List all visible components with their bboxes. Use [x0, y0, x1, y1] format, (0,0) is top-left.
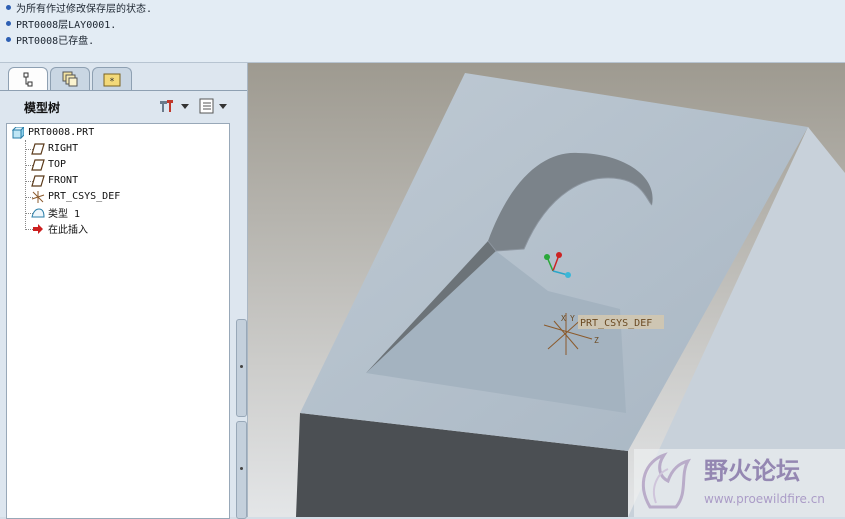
- datum-plane-icon: [31, 158, 45, 172]
- model-tree: PRT0008.PRT RIGHT TOP FRONT PRT_CSYS_DEF: [6, 123, 230, 519]
- csys-axis-label: Y: [570, 314, 575, 323]
- surface-icon: [31, 206, 45, 220]
- bullet-icon: [6, 20, 11, 26]
- grip-dot: [240, 365, 243, 368]
- model-view: X Y Z PRT_CSYS_DEF 野火论坛 www.proewildfire…: [248, 63, 845, 517]
- part-icon: [11, 126, 25, 140]
- grip-dot: [240, 467, 243, 470]
- tab-favorites[interactable]: *: [92, 67, 132, 90]
- tree-item-label: RIGHT: [48, 143, 79, 154]
- datum-plane-icon: [31, 174, 45, 188]
- navigator-panel: * 模型树 PRT0008.PRT RIGHT TOP FRONT PRT_CS…: [0, 63, 248, 519]
- show-options-button[interactable]: [198, 97, 227, 115]
- collapse-handle[interactable]: [236, 319, 247, 417]
- message-text: PRT0008层LAY0001.: [16, 19, 117, 31]
- layers-icon: [62, 71, 78, 87]
- tree-item-label: FRONT: [48, 175, 79, 186]
- tab-model-tree[interactable]: [8, 67, 48, 91]
- tree-item-part[interactable]: PRT0008.PRT: [11, 125, 94, 140]
- tools-icon: [160, 100, 173, 112]
- panel-title: 模型树: [24, 101, 61, 115]
- settings-tools-button[interactable]: [158, 97, 189, 115]
- panel-header: 模型树: [0, 91, 246, 121]
- watermark-title: 野火论坛: [704, 457, 800, 485]
- watermark: 野火论坛 www.proewildfire.cn: [634, 449, 845, 517]
- watermark-url: www.proewildfire.cn: [704, 492, 825, 506]
- tree-item-label: 在此插入: [48, 225, 88, 236]
- tree-item-label: PRT0008.PRT: [28, 127, 95, 138]
- message-line: PRT0008层LAY0001.: [6, 16, 117, 31]
- message-text: PRT0008已存盘.: [16, 35, 95, 47]
- bullet-icon: [6, 4, 11, 10]
- csys-label: PRT_CSYS_DEF: [580, 318, 652, 329]
- tree-connector: [25, 140, 26, 230]
- chevron-down-icon: [219, 103, 227, 109]
- tree-item-top[interactable]: TOP: [31, 157, 66, 172]
- model-tree-icon: [23, 72, 33, 86]
- list-settings-icon: [199, 98, 214, 114]
- tree-item-label: 类型 1: [48, 209, 81, 220]
- tree-item-label: TOP: [48, 159, 67, 170]
- message-line: PRT0008已存盘.: [6, 32, 95, 47]
- message-line: 为所有作过修改保存层的状态.: [6, 0, 153, 15]
- svg-text:*: *: [110, 77, 115, 87]
- csys-axis-label: Z: [594, 336, 599, 345]
- tree-item-csys[interactable]: PRT_CSYS_DEF: [31, 189, 120, 204]
- collapse-handle[interactable]: [236, 421, 247, 519]
- tab-layers[interactable]: [50, 67, 90, 90]
- graphics-viewport[interactable]: X Y Z PRT_CSYS_DEF 野火论坛 www.proewildfire…: [248, 63, 845, 517]
- bullet-icon: [6, 36, 11, 42]
- csys-axis-label: X: [561, 314, 566, 323]
- csys-icon: [31, 190, 45, 204]
- tree-item-label: PRT_CSYS_DEF: [48, 191, 121, 202]
- favorites-folder-icon: *: [103, 73, 121, 87]
- chevron-down-icon: [181, 103, 189, 109]
- message-text: 为所有作过修改保存层的状态.: [16, 3, 153, 15]
- insert-here-arrow-icon: [31, 222, 45, 236]
- tree-item-front[interactable]: FRONT: [31, 173, 78, 188]
- tree-item-feature[interactable]: 类型 1: [31, 205, 80, 220]
- tree-item-right[interactable]: RIGHT: [31, 141, 78, 156]
- tree-item-insert-here[interactable]: 在此插入: [31, 221, 88, 236]
- message-area: 为所有作过修改保存层的状态. PRT0008层LAY0001. PRT0008已…: [0, 0, 845, 63]
- datum-plane-icon: [31, 142, 45, 156]
